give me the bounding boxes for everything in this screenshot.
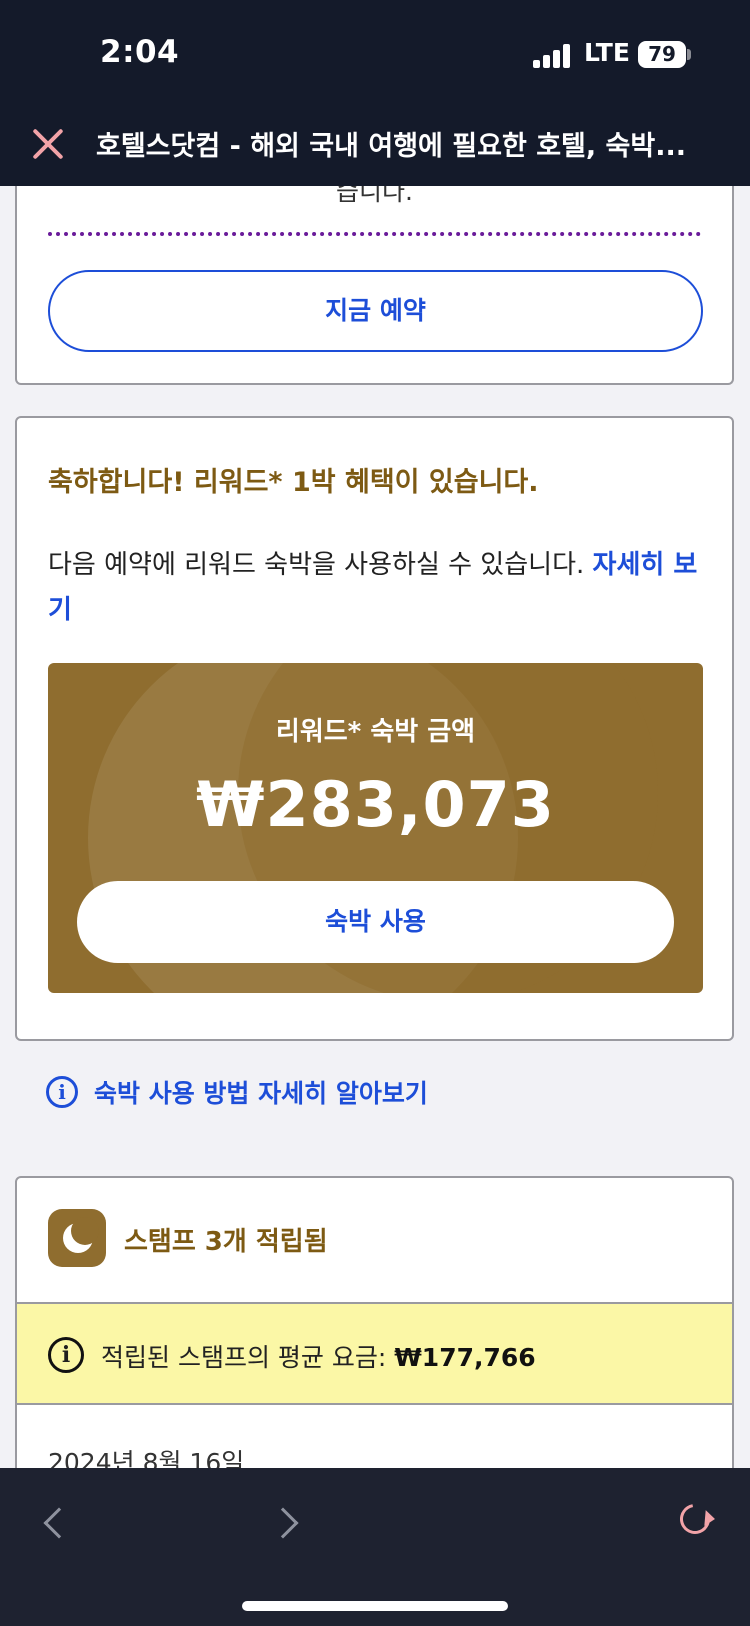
page-title: 호텔스닷컴 - 해외 국내 여행에 필요한 호텔, 숙박... xyxy=(96,131,686,162)
info-icon: i xyxy=(46,1076,78,1108)
stamp-count-title: 스탬프 3개 적립됨 xyxy=(124,1227,328,1257)
average-rate-text: 적립된 스탬프의 평균 요금: ₩177,766 xyxy=(101,1338,536,1374)
average-rate-label: 적립된 스탬프의 평균 요금: xyxy=(101,1343,387,1372)
reward-amount-value: ₩283,073 xyxy=(196,768,555,841)
browser-bottom-bar xyxy=(0,1468,750,1626)
rewards-card: 축하합니다! 리워드* 1박 혜택이 있습니다. 다음 예약에 리워드 숙박을 … xyxy=(15,416,734,1041)
reward-amount-box: 리워드* 숙박 금액 ₩283,073 숙박 사용 xyxy=(48,663,703,993)
signal-icon xyxy=(533,44,571,68)
close-icon[interactable] xyxy=(28,124,68,164)
forward-arrow-icon[interactable] xyxy=(267,1507,299,1539)
browser-top-bar: 2:04 LTE 79 호텔스닷컴 - 해외 국내 여행에 필요한 호텔, 숙박… xyxy=(0,0,750,186)
moon-stamp-icon xyxy=(48,1209,106,1267)
status-time: 2:04 xyxy=(100,34,180,70)
info-icon: i xyxy=(48,1337,84,1373)
home-indicator[interactable] xyxy=(242,1601,508,1611)
battery-icon: 79 xyxy=(638,41,686,68)
rewards-description-text: 다음 예약에 리워드 숙박을 사용하실 수 있습니다. xyxy=(48,550,585,580)
dotted-divider xyxy=(48,232,701,236)
booking-card: 습니다. 지금 예약 xyxy=(15,160,734,385)
how-to-use-link[interactable]: i 숙박 사용 방법 자세히 알아보기 xyxy=(46,1074,428,1110)
average-rate-value: ₩177,766 xyxy=(394,1343,536,1372)
refresh-icon[interactable] xyxy=(674,1498,716,1540)
rewards-description: 다음 예약에 리워드 숙박을 사용하실 수 있습니다. 자세히 보기 xyxy=(48,543,708,633)
battery-tip xyxy=(687,49,691,60)
rewards-congrats-heading: 축하합니다! 리워드* 1박 혜택이 있습니다. xyxy=(48,467,539,498)
how-to-use-label: 숙박 사용 방법 자세히 알아보기 xyxy=(94,1079,428,1108)
back-arrow-icon[interactable] xyxy=(43,1507,75,1539)
network-label: LTE xyxy=(584,38,630,67)
average-rate-banner: i 적립된 스탬프의 평균 요금: ₩177,766 xyxy=(17,1302,732,1405)
book-now-button[interactable]: 지금 예약 xyxy=(48,270,703,352)
use-stay-button[interactable]: 숙박 사용 xyxy=(77,881,674,963)
reward-amount-label: 리워드* 숙박 금액 xyxy=(275,717,476,747)
